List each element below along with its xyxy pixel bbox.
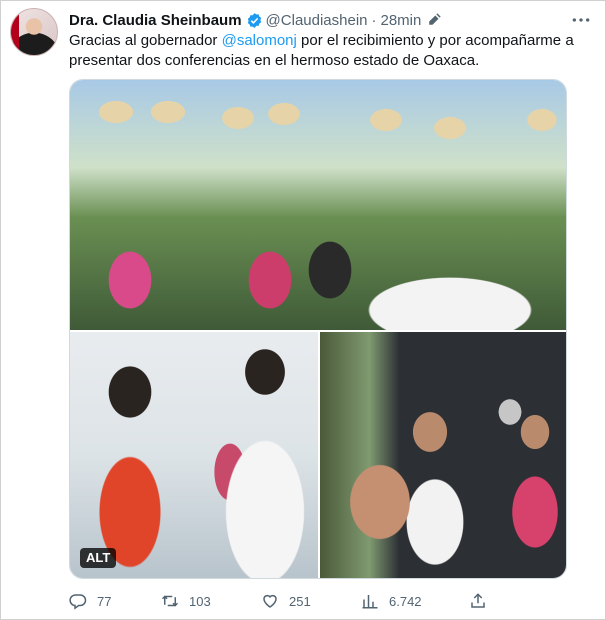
view-count: 6.742: [389, 593, 422, 609]
like-count: 251: [289, 593, 311, 609]
retweet-icon: [161, 595, 179, 607]
tweet-time[interactable]: 28min: [381, 12, 422, 29]
tweet-card[interactable]: Dra. Claudia Sheinbaum @Claudiashein · 2…: [0, 0, 606, 620]
reply-button[interactable]: 77: [69, 589, 111, 613]
more-options-button[interactable]: [569, 10, 593, 30]
author-handle[interactable]: @Claudiashein: [266, 12, 368, 29]
media-grid: ALT: [69, 79, 567, 579]
author-name[interactable]: Dra. Claudia Sheinbaum: [69, 12, 242, 29]
author-avatar[interactable]: [10, 8, 58, 56]
photo-handshake[interactable]: [70, 332, 318, 578]
share-button[interactable]: [469, 589, 487, 613]
reply-count: 77: [97, 593, 112, 609]
photo-selfie-van[interactable]: [320, 332, 566, 578]
avatar-accent-band: [11, 9, 19, 55]
separator-dot: ·: [371, 11, 377, 29]
retweet-button[interactable]: 103: [161, 589, 211, 613]
more-icon: [572, 18, 590, 22]
like-icon: [263, 594, 277, 608]
alt-text-badge[interactable]: ALT: [80, 548, 117, 568]
tweet-text-start: Gracias al gobernador: [69, 32, 222, 49]
photo-group-hats[interactable]: [70, 80, 566, 330]
action-bar: 77 103 251 6.742: [69, 589, 499, 613]
views-button[interactable]: 6.742: [361, 589, 422, 613]
edit-pencil-icon[interactable]: [427, 13, 442, 27]
verified-badge-icon: [247, 12, 261, 28]
tweet-header: Dra. Claudia Sheinbaum @Claudiashein · 2…: [69, 10, 442, 30]
reply-icon: [69, 594, 87, 610]
share-icon: [471, 593, 485, 608]
tweet-text: Gracias al gobernador @salomonj por el r…: [69, 31, 579, 71]
views-icon: [362, 595, 378, 609]
like-button[interactable]: 251: [261, 589, 311, 613]
retweet-count: 103: [189, 593, 211, 609]
mention-link[interactable]: @salomonj: [222, 32, 297, 49]
